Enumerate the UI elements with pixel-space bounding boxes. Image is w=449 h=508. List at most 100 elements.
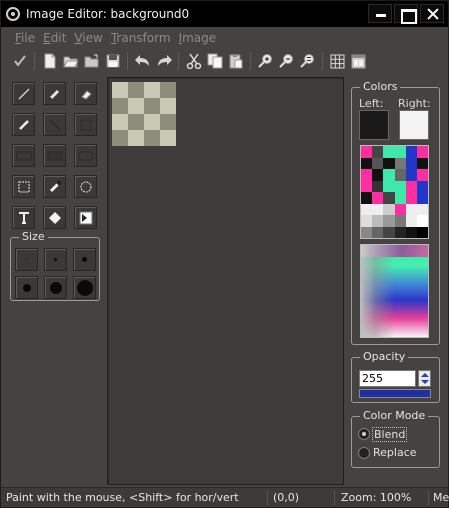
palette-color-cell[interactable] — [383, 157, 395, 169]
color-palette[interactable] — [360, 145, 429, 239]
size-5-icon[interactable] — [44, 276, 67, 299]
palette-color-cell[interactable] — [372, 169, 384, 181]
palette-color-cell[interactable] — [383, 226, 395, 238]
opacity-slider[interactable] — [359, 389, 431, 398]
palette-color-cell[interactable] — [361, 192, 373, 204]
palette-color-cell[interactable] — [361, 203, 373, 215]
size-2-icon[interactable] — [44, 248, 67, 271]
maximize-button[interactable] — [394, 4, 418, 24]
palette-color-cell[interactable] — [405, 226, 417, 238]
palette-color-cell[interactable] — [405, 203, 417, 215]
cut-icon[interactable] — [183, 51, 204, 71]
palette-color-cell[interactable] — [383, 203, 395, 215]
filled-rectangle-icon[interactable] — [43, 144, 66, 167]
palette-color-cell[interactable] — [361, 226, 373, 238]
fill-bucket-icon[interactable] — [43, 206, 66, 229]
right-color-swatch[interactable] — [399, 110, 429, 140]
menu-view[interactable]: View — [74, 31, 102, 47]
palette-color-cell[interactable] — [394, 146, 406, 158]
palette-color-cell[interactable] — [394, 169, 406, 181]
paste-icon[interactable] — [225, 51, 246, 71]
grid-icon[interactable] — [327, 51, 348, 71]
title-bar[interactable]: Image Editor: background0 — [1, 1, 448, 27]
opacity-input[interactable]: 255 — [359, 370, 416, 387]
palette-color-cell[interactable] — [394, 180, 406, 192]
menu-image[interactable]: Image — [179, 31, 217, 47]
left-color-swatch[interactable] — [359, 110, 389, 140]
copy-icon[interactable] — [204, 51, 225, 71]
palette-color-cell[interactable] — [416, 203, 428, 215]
pencil-icon[interactable] — [43, 82, 66, 105]
rectangle-icon[interactable] — [12, 144, 35, 167]
redo-icon[interactable] — [153, 51, 174, 71]
blend-radio[interactable] — [358, 428, 370, 440]
image-bitmap[interactable] — [112, 82, 176, 146]
size-3-icon[interactable] — [73, 248, 96, 271]
palette-color-cell[interactable] — [372, 215, 384, 227]
brush-icon[interactable] — [12, 113, 35, 136]
image-canvas-area[interactable] — [107, 77, 344, 485]
palette-color-cell[interactable] — [394, 215, 406, 227]
save-icon[interactable] — [102, 51, 123, 71]
flood-icon[interactable] — [74, 206, 97, 229]
palette-color-cell[interactable] — [394, 226, 406, 238]
replace-radio[interactable] — [358, 447, 370, 459]
text-icon[interactable] — [12, 206, 35, 229]
palette-color-cell[interactable] — [394, 203, 406, 215]
palette-color-cell[interactable] — [405, 180, 417, 192]
palette-color-cell[interactable] — [416, 192, 428, 204]
zoom-out-icon[interactable] — [276, 51, 297, 71]
select-rect-icon[interactable] — [12, 175, 35, 198]
palette-color-cell[interactable] — [372, 203, 384, 215]
new-file-icon[interactable] — [39, 51, 60, 71]
zoom-reset-icon[interactable] — [297, 51, 318, 71]
diagonal-line-icon[interactable] — [43, 113, 66, 136]
size-1-icon[interactable] — [15, 248, 38, 271]
palette-color-cell[interactable] — [394, 157, 406, 169]
menu-edit[interactable]: Edit — [43, 31, 66, 47]
palette-color-cell[interactable] — [383, 215, 395, 227]
apply-check-icon[interactable] — [9, 51, 30, 71]
blend-label[interactable]: Blend — [372, 427, 408, 442]
menu-file[interactable]: File — [15, 31, 35, 47]
rounded-rectangle-icon[interactable] — [74, 144, 97, 167]
palette-color-cell[interactable] — [383, 169, 395, 181]
palette-color-cell[interactable] — [361, 146, 373, 158]
menu-transform[interactable]: Transform — [111, 31, 171, 47]
color-gradient-picker[interactable] — [360, 244, 429, 338]
fill-icon[interactable] — [74, 113, 97, 136]
eraser-icon[interactable] — [74, 82, 97, 105]
spin-up-icon[interactable] — [421, 373, 429, 377]
palette-color-cell[interactable] — [361, 180, 373, 192]
undo-icon[interactable] — [132, 51, 153, 71]
palette-color-cell[interactable] — [372, 226, 384, 238]
palette-color-cell[interactable] — [361, 215, 373, 227]
open-file-icon[interactable] — [60, 51, 81, 71]
palette-color-cell[interactable] — [383, 180, 395, 192]
color-picker-icon[interactable] — [43, 175, 66, 198]
line-icon[interactable] — [12, 82, 35, 105]
palette-color-cell[interactable] — [383, 146, 395, 158]
palette-color-cell[interactable] — [372, 157, 384, 169]
replace-label[interactable]: Replace — [373, 446, 417, 459]
palette-color-cell[interactable] — [405, 157, 417, 169]
palette-color-cell[interactable] — [361, 169, 373, 181]
palette-color-cell[interactable] — [383, 192, 395, 204]
palette-color-cell[interactable] — [416, 226, 428, 238]
opacity-spinner[interactable] — [418, 370, 431, 387]
palette-color-cell[interactable] — [405, 169, 417, 181]
image-view-icon[interactable] — [348, 51, 369, 71]
palette-color-cell[interactable] — [416, 180, 428, 192]
open-folder-icon[interactable] — [81, 51, 102, 71]
close-button[interactable] — [420, 4, 444, 23]
palette-color-cell[interactable] — [416, 146, 428, 158]
zoom-in-icon[interactable] — [255, 51, 276, 71]
palette-color-cell[interactable] — [394, 192, 406, 204]
size-4-icon[interactable] — [15, 276, 38, 299]
palette-color-cell[interactable] — [405, 215, 417, 227]
palette-color-cell[interactable] — [372, 180, 384, 192]
select-ellipse-icon[interactable] — [74, 175, 97, 198]
size-6-icon[interactable] — [73, 276, 96, 299]
palette-color-cell[interactable] — [361, 157, 373, 169]
palette-color-cell[interactable] — [416, 169, 428, 181]
